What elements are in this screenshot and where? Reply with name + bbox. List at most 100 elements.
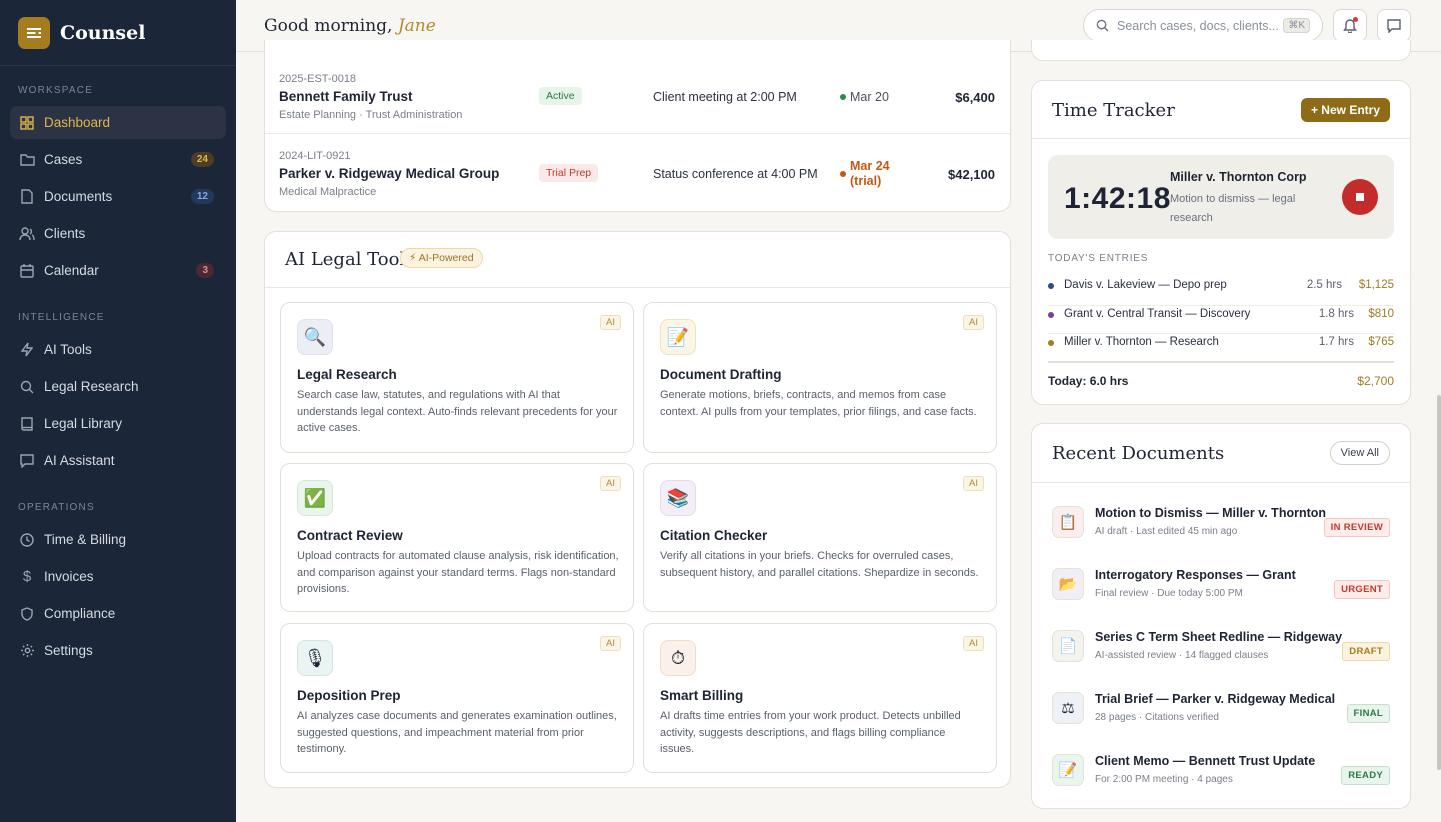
time-tracker-title: Time Tracker bbox=[1052, 100, 1175, 121]
brand[interactable]: Counsel bbox=[0, 0, 236, 66]
case-date-note: (trial) bbox=[850, 174, 882, 188]
status-badge: Active bbox=[539, 87, 582, 105]
doc-title: Interrogatory Responses — Grant bbox=[1095, 568, 1296, 582]
sidebar-item-label: Documents bbox=[44, 189, 113, 204]
stop-icon bbox=[1356, 193, 1364, 201]
messages-button[interactable] bbox=[1377, 9, 1411, 42]
tool-title: Contract Review bbox=[297, 528, 403, 543]
tool-description: AI drafts time entries from your work pr… bbox=[660, 710, 961, 755]
search-input[interactable]: Search cases, docs, clients... ⌘K bbox=[1083, 9, 1323, 42]
tool-title: Smart Billing bbox=[660, 688, 744, 703]
greeting: Good morning, Jane bbox=[264, 16, 436, 36]
tool-legal-research[interactable]: 🔍 AI Legal Research Search case law, sta… bbox=[280, 302, 634, 453]
case-amount: $42,100 bbox=[948, 167, 995, 182]
time-tracker-card: Time Tracker + New Entry 1:42:18 Miller … bbox=[1031, 80, 1411, 405]
sidebar-item-clients[interactable]: Clients bbox=[10, 217, 226, 250]
sidebar-item-dashboard[interactable]: Dashboard bbox=[10, 106, 226, 139]
table-row[interactable]: 2025-EST-0018 Bennett Family Trust Estat… bbox=[265, 57, 1010, 134]
list-item[interactable]: 📋 Motion to Dismiss — Miller v. Thornton… bbox=[1052, 498, 1390, 548]
sidebar-item-cases[interactable]: Cases 24 bbox=[10, 143, 226, 176]
sidebar-item-documents[interactable]: Documents 12 bbox=[10, 180, 226, 213]
nav-section-workspace: WORKSPACE bbox=[18, 85, 94, 96]
ai-tag: AI bbox=[963, 476, 984, 491]
case-date: Mar 24 (trial) bbox=[850, 159, 890, 189]
list-item[interactable]: 📄 Series C Term Sheet Redline — Ridgeway… bbox=[1052, 622, 1390, 672]
doc-subtitle: AI draft · Last edited 45 min ago bbox=[1095, 526, 1238, 537]
status-dot bbox=[840, 171, 846, 177]
sidebar-item-legal-research[interactable]: Legal Research bbox=[10, 370, 226, 403]
new-entry-button[interactable]: + New Entry bbox=[1300, 98, 1390, 122]
previous-card-edge bbox=[1031, 40, 1411, 61]
ai-tools-title: AI Legal Tools bbox=[285, 249, 415, 270]
ai-powered-label: AI-Powered bbox=[418, 252, 474, 264]
clock-icon bbox=[18, 531, 36, 549]
list-item[interactable]: Grant v. Central Transit — Discovery 1.8… bbox=[1048, 305, 1394, 325]
sidebar-item-label: Legal Research bbox=[44, 379, 139, 394]
list-item[interactable]: Miller v. Thornton — Research 1.7 hrs $7… bbox=[1048, 333, 1394, 353]
ai-tag: AI bbox=[600, 476, 621, 491]
sidebar-item-compliance[interactable]: Compliance bbox=[10, 597, 226, 630]
sidebar-item-label: Settings bbox=[44, 643, 93, 658]
active-cases-card: 2025-EST-0018 Bennett Family Trust Estat… bbox=[264, 40, 1011, 212]
books-icon: 📚 bbox=[660, 480, 696, 516]
list-item[interactable]: 📝 Client Memo — Bennett Trust Update For… bbox=[1052, 746, 1390, 796]
users-icon bbox=[18, 225, 36, 243]
active-timer: 1:42:18 Miller v. Thornton Corp Motion t… bbox=[1048, 155, 1394, 239]
magnifier-icon: 🔍 bbox=[297, 319, 333, 355]
today-total-amount: $2,700 bbox=[1357, 374, 1394, 388]
list-item[interactable]: ⚖ Trial Brief — Parker v. Ridgeway Medic… bbox=[1052, 684, 1390, 734]
timer-task: Motion to dismiss — legal research bbox=[1170, 193, 1296, 224]
ai-tools-card: AI Legal Tools ⚡ AI-Powered 🔍 AI Legal R… bbox=[264, 231, 1011, 788]
sidebar-item-ai-tools[interactable]: AI Tools bbox=[10, 333, 226, 366]
stop-timer-button[interactable] bbox=[1342, 179, 1378, 215]
tool-document-drafting[interactable]: 📝 AI Document Drafting Generate motions,… bbox=[643, 302, 997, 453]
entry-color-dot bbox=[1048, 340, 1054, 346]
doc-title: Series C Term Sheet Redline — Ridgeway bbox=[1095, 630, 1343, 644]
tool-title: Deposition Prep bbox=[297, 688, 401, 703]
ai-tag: AI bbox=[600, 315, 621, 330]
tool-deposition-prep[interactable]: 🎙 AI Deposition Prep AI analyzes case do… bbox=[280, 623, 634, 773]
notification-dot bbox=[1353, 17, 1358, 22]
timer-readout: 1:42:18 bbox=[1064, 182, 1171, 215]
tool-contract-review[interactable]: ✅ AI Contract Review Upload contracts fo… bbox=[280, 463, 634, 612]
sidebar: Counsel WORKSPACE Dashboard Cases 24 Doc… bbox=[0, 0, 236, 822]
entry-hours: 1.7 hrs bbox=[1318, 336, 1354, 348]
memo-icon: 📝 bbox=[660, 319, 696, 355]
view-all-button[interactable]: View All bbox=[1329, 441, 1390, 465]
calendar-count-badge: 3 bbox=[196, 263, 214, 278]
sidebar-item-label: Calendar bbox=[44, 263, 99, 278]
status-badge: READY bbox=[1341, 766, 1390, 785]
tool-description: Upload contracts for automated clause an… bbox=[297, 550, 619, 595]
case-amount: $6,400 bbox=[955, 90, 995, 105]
case-number: 2024-LIT-0921 bbox=[279, 150, 351, 162]
doc-title: Motion to Dismiss — Miller v. Thornton bbox=[1095, 506, 1327, 520]
status-badge: FINAL bbox=[1346, 704, 1390, 723]
status-badge: IN REVIEW bbox=[1323, 518, 1390, 537]
sidebar-item-label: Invoices bbox=[44, 569, 94, 584]
status-dot bbox=[840, 94, 846, 100]
sidebar-item-label: Compliance bbox=[44, 606, 116, 621]
dollar-icon: $ bbox=[22, 568, 32, 585]
search-icon bbox=[18, 378, 36, 396]
sidebar-item-legal-library[interactable]: Legal Library bbox=[10, 407, 226, 440]
memo-icon: 📝 bbox=[1052, 754, 1084, 786]
doc-subtitle: Final review · Due today 5:00 PM bbox=[1095, 588, 1243, 599]
page-scrollbar[interactable] bbox=[1437, 395, 1441, 770]
sidebar-item-ai-assistant[interactable]: AI Assistant bbox=[10, 444, 226, 477]
today-total-hours: Today: 6.0 hrs bbox=[1048, 374, 1129, 388]
table-row[interactable]: 2024-LIT-0921 Parker v. Ridgeway Medical… bbox=[265, 134, 1010, 211]
sidebar-item-invoices[interactable]: $ Invoices bbox=[10, 560, 226, 593]
tool-citation-checker[interactable]: 📚 AI Citation Checker Verify all citatio… bbox=[643, 463, 997, 612]
tool-smart-billing[interactable]: ⏱ AI Smart Billing AI drafts time entrie… bbox=[643, 623, 997, 773]
tool-title: Citation Checker bbox=[660, 528, 768, 543]
tool-title: Legal Research bbox=[297, 367, 397, 382]
sidebar-item-time-billing[interactable]: Time & Billing bbox=[10, 523, 226, 556]
list-item[interactable]: 📂 Interrogatory Responses — Grant Final … bbox=[1052, 560, 1390, 610]
list-item[interactable]: Davis v. Lakeview — Depo prep 2.5 hrs $1… bbox=[1048, 277, 1394, 297]
timer-case: Miller v. Thornton Corp bbox=[1170, 170, 1307, 184]
sidebar-item-settings[interactable]: Settings bbox=[10, 634, 226, 667]
notifications-button[interactable] bbox=[1333, 9, 1367, 42]
tool-description: AI analyzes case documents and generates… bbox=[297, 710, 617, 755]
bolt-icon bbox=[18, 341, 36, 359]
sidebar-item-calendar[interactable]: Calendar 3 bbox=[10, 254, 226, 287]
